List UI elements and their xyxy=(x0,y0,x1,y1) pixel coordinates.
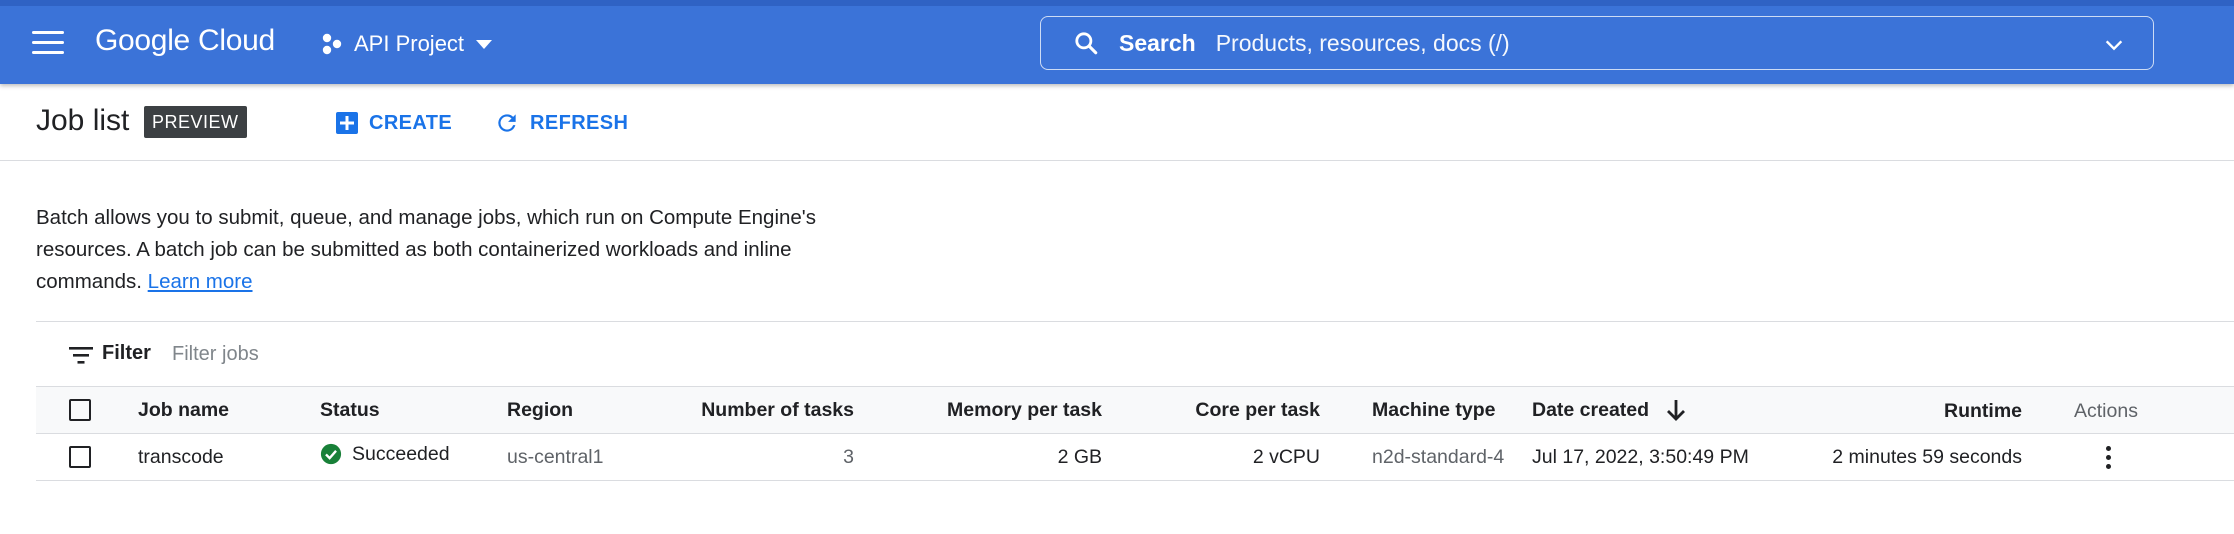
table-header-row: Job name Status Region Number of tasks M… xyxy=(36,387,2234,434)
page-title: Job list xyxy=(36,104,130,137)
jobs-table: Job name Status Region Number of tasks M… xyxy=(36,387,2234,481)
page-description: Batch allows you to submit, queue, and m… xyxy=(36,202,856,298)
chevron-down-icon[interactable] xyxy=(2103,34,2125,56)
col-date-created: Date created xyxy=(1532,398,1650,421)
more-vert-icon[interactable] xyxy=(2098,444,2118,470)
filter-icon[interactable] xyxy=(69,345,93,365)
col-date-created-header[interactable]: Date created xyxy=(1532,387,1832,434)
col-region[interactable]: Region xyxy=(507,387,642,434)
select-all-cell xyxy=(36,387,138,434)
check-circle-icon xyxy=(320,444,342,465)
col-actions: Actions xyxy=(2074,400,2138,422)
col-tasks[interactable]: Number of tasks xyxy=(642,387,854,434)
search-input[interactable]: Search Products, resources, docs (/) xyxy=(1040,16,2154,70)
learn-more-link[interactable]: Learn more xyxy=(148,270,253,293)
search-placeholder: Products, resources, docs (/) xyxy=(1215,29,1510,56)
refresh-icon xyxy=(498,114,516,132)
col-job-name[interactable]: Job name xyxy=(138,387,320,434)
col-machine-type[interactable]: Machine type xyxy=(1320,387,1532,434)
top-app-bar: Google Cloud API Project Search Products… xyxy=(0,0,2234,84)
filter-input[interactable] xyxy=(170,336,774,372)
status-badge: Succeeded xyxy=(320,443,450,466)
col-memory[interactable]: Memory per task xyxy=(854,387,1102,434)
select-all-checkbox[interactable] xyxy=(69,399,91,421)
project-icon xyxy=(322,33,342,55)
search-icon xyxy=(1075,32,1098,55)
job-name-cell[interactable]: transcode xyxy=(138,433,320,481)
menu-icon[interactable] xyxy=(32,31,64,55)
row-checkbox[interactable] xyxy=(69,446,91,468)
table-row[interactable]: transcode Succeeded us-central1 3 2 GB 2… xyxy=(36,433,2234,481)
memory-cell: 2 GB xyxy=(854,433,1102,481)
project-selector[interactable]: API Project xyxy=(318,22,493,66)
project-name: API Project xyxy=(354,31,465,56)
search-label: Search xyxy=(1119,29,1196,56)
machine-type-cell: n2d-standard-4 xyxy=(1320,433,1532,481)
status-text: Succeeded xyxy=(352,442,450,465)
arrow-downward-icon[interactable] xyxy=(1666,399,1686,422)
col-runtime-actions: Runtime Actions xyxy=(1832,387,2234,434)
create-label: CREATE xyxy=(369,111,453,134)
google-cloud-logo[interactable]: Google Cloud xyxy=(95,24,275,58)
chevron-down-icon xyxy=(476,39,493,49)
add-box-icon xyxy=(336,112,358,134)
col-runtime[interactable]: Runtime xyxy=(1812,400,2022,423)
runtime-actions-cell: 2 minutes 59 seconds xyxy=(1832,433,2234,481)
refresh-label: REFRESH xyxy=(530,111,629,134)
col-status[interactable]: Status xyxy=(320,387,507,434)
region-cell: us-central1 xyxy=(507,433,642,481)
preview-badge: PREVIEW xyxy=(144,106,247,138)
col-cores[interactable]: Core per task xyxy=(1102,387,1320,434)
filter-label: Filter xyxy=(102,342,151,364)
top-edge xyxy=(0,0,2234,6)
page-header: Job list PREVIEW CREATE REFRESH xyxy=(0,84,2234,161)
row-select-cell xyxy=(36,433,138,481)
cores-cell: 2 vCPU xyxy=(1102,433,1320,481)
runtime-cell: 2 minutes 59 seconds xyxy=(1832,446,2022,468)
tasks-cell: 3 xyxy=(642,433,854,481)
status-cell: Succeeded xyxy=(320,433,507,481)
create-button[interactable]: CREATE xyxy=(335,106,452,140)
refresh-button[interactable]: REFRESH xyxy=(494,106,628,140)
filter-bar: Filter xyxy=(36,321,2234,387)
